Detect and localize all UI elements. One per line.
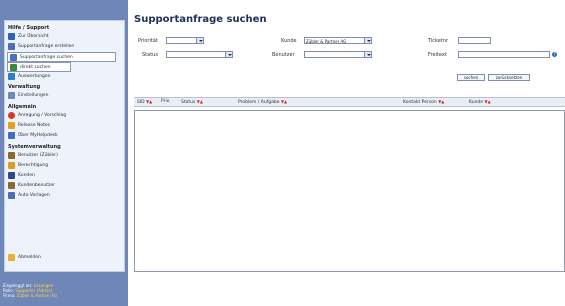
sidebar-item-templates[interactable]: Auto Vorlagen	[8, 191, 50, 199]
sidebar-item-overview[interactable]: Zur Übersicht	[8, 32, 49, 40]
ticketnr-input[interactable]	[458, 37, 491, 44]
info-icon	[8, 131, 15, 139]
user-company: Zübler & Partner AG	[16, 293, 57, 298]
logout-icon	[8, 253, 15, 261]
help-icon[interactable]: ?	[552, 52, 557, 57]
sidebar-item-about[interactable]: Über MyHelpdesk	[8, 131, 58, 139]
column-problem[interactable]: Problem / Aufgabe ▼▲	[238, 99, 287, 105]
search-button[interactable]: suchen	[457, 74, 485, 81]
sort-arrows-icon[interactable]: ▼▲	[281, 99, 287, 104]
sidebar-item-reports[interactable]: Auswertungen	[8, 72, 51, 80]
sort-arrows-icon[interactable]: ▼▲	[146, 99, 152, 104]
sort-arrows-icon[interactable]: ▼▲	[485, 99, 491, 104]
column-prio[interactable]: Prio	[161, 99, 170, 104]
ticketnr-label: Ticketnr	[428, 38, 449, 44]
section-title-admin: Verwaltung	[8, 84, 41, 90]
chevron-down-icon	[196, 38, 203, 43]
key-icon	[8, 161, 15, 169]
column-status[interactable]: Status ▼▲	[181, 99, 203, 105]
freetext-input[interactable]	[458, 51, 550, 58]
sidebar-item-logout[interactable]: Abmelden	[8, 253, 41, 261]
sidebar-item-customers[interactable]: Kunden	[8, 171, 35, 179]
suggestion-icon	[8, 111, 15, 119]
sort-arrows-icon[interactable]: ▼▲	[197, 99, 203, 104]
chevron-down-icon	[225, 52, 232, 57]
sidebar-item-customer-users[interactable]: Kundenbenutzer	[8, 181, 55, 189]
sidebar-item-users[interactable]: Benutzer (Zübler)	[8, 151, 58, 159]
sidebar-item-release-notes[interactable]: Release Notes	[8, 121, 50, 129]
sidebar-item-settings[interactable]: Einstellungen	[8, 91, 49, 99]
settings-icon	[8, 91, 15, 99]
sidebar-item-create-request[interactable]: Supportanfrage erstellen	[8, 42, 74, 50]
sidebar-item-permissions[interactable]: Berechtigung	[8, 161, 48, 169]
search-document-icon	[10, 53, 17, 61]
column-customer[interactable]: Kunde ▼▲	[469, 99, 491, 105]
quick-search-icon	[10, 63, 17, 71]
page-title: Supportanfrage suchen	[134, 14, 267, 25]
chevron-down-icon	[364, 38, 371, 43]
back-arrow-icon	[8, 32, 15, 40]
sidebar-item-search-request[interactable]: Supportanfrage suchen	[7, 52, 116, 62]
report-icon	[8, 72, 15, 80]
freetext-label: Freitext	[428, 52, 447, 58]
section-title-general: Allgemein	[8, 104, 37, 110]
status-select[interactable]	[166, 51, 233, 58]
release-notes-icon	[8, 121, 15, 129]
sidebar-panel: Hilfe / Support Zur Übersicht Supportanf…	[4, 20, 125, 272]
section-title-system: Systemverwaltung	[8, 144, 61, 150]
priority-label: Priorität	[138, 38, 158, 44]
users-icon	[8, 151, 15, 159]
sort-arrows-icon[interactable]: ▼▲	[438, 99, 444, 104]
session-info: Eingeloggt als: Lösungen Rolle: Supporte…	[3, 283, 57, 298]
user-label: Benutzer	[272, 52, 295, 58]
user-select[interactable]	[304, 51, 372, 58]
new-document-icon	[8, 42, 15, 50]
section-title-help: Hilfe / Support	[8, 25, 50, 31]
customer-label: Kunde	[281, 38, 297, 44]
sidebar-item-suggestion[interactable]: Anregung / Vorschlag	[8, 111, 66, 119]
reset-button[interactable]: zurücksetzen	[488, 74, 530, 81]
customer-users-icon	[8, 181, 15, 189]
template-icon	[8, 191, 15, 199]
priority-select[interactable]	[166, 37, 204, 44]
chevron-down-icon	[364, 52, 371, 57]
column-contact[interactable]: Kontakt Person ▼▲	[403, 99, 444, 105]
sidebar-quick-search[interactable]: direkt suchen	[7, 62, 71, 72]
results-grid-body[interactable]	[134, 110, 565, 272]
customer-icon	[8, 171, 15, 179]
sidebar: Hilfe / Support Zur Übersicht Supportanf…	[0, 0, 128, 306]
customer-select[interactable]: Zübler & Partner AG	[304, 37, 372, 44]
column-sid[interactable]: SID ▼▲	[137, 99, 152, 105]
status-label: Status	[142, 52, 158, 58]
results-grid-header: SID ▼▲ Prio Status ▼▲ Problem / Aufgabe …	[134, 97, 565, 107]
